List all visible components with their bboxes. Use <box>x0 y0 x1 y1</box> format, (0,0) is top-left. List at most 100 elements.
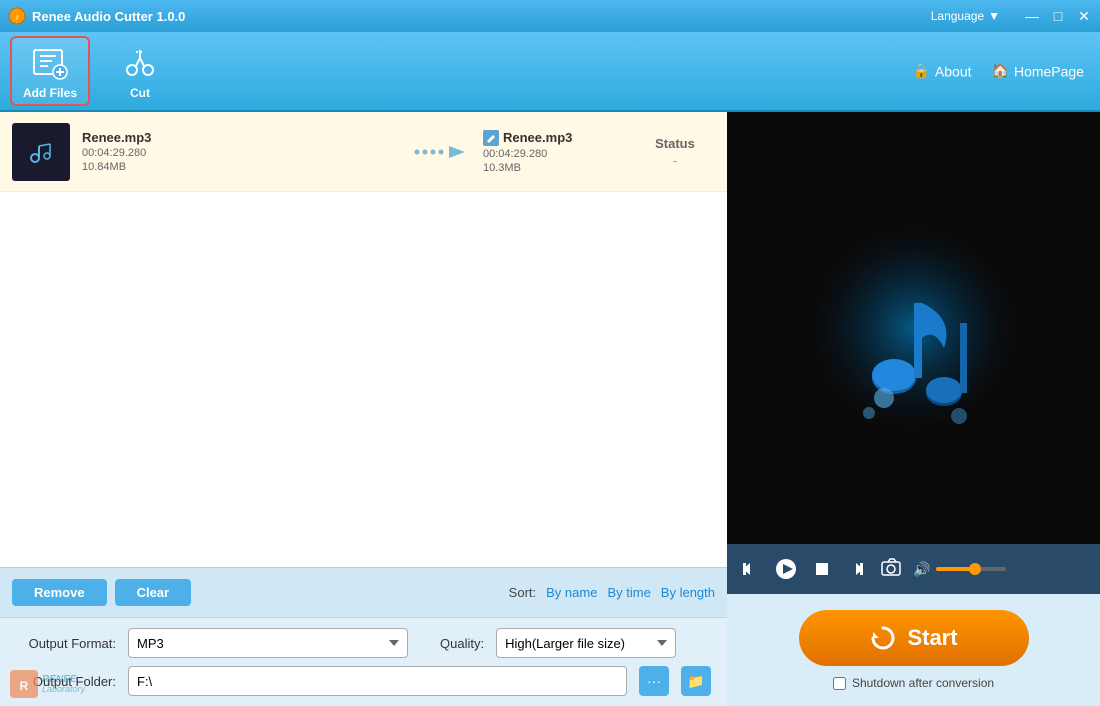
open-folder-button[interactable]: 📁 <box>681 666 711 696</box>
cut-button[interactable]: Cut <box>100 36 180 106</box>
volume-control[interactable]: 🔊 <box>913 561 1006 578</box>
lock-icon: 🔒 <box>912 63 929 80</box>
title-bar: ♪ Renee Audio Cutter 1.0.0 Language ▼ — … <box>0 0 1100 32</box>
homepage-button[interactable]: 🏠 HomePage <box>992 63 1084 80</box>
music-note-svg <box>794 208 1034 448</box>
preview-area <box>727 112 1100 544</box>
start-label: Start <box>907 625 957 651</box>
edit-filename-button[interactable] <box>483 130 499 146</box>
file-list: Renee.mp3 00:04:29.280 10.84MB <box>0 112 727 567</box>
add-files-svg <box>32 44 68 80</box>
play-icon <box>775 558 797 580</box>
source-size: 10.84MB <box>82 161 399 173</box>
bottom-controls: Remove Clear Sort: By name By time By le… <box>0 567 727 617</box>
output-duration: 00:04:29.280 <box>483 148 623 160</box>
start-button[interactable]: Start <box>799 610 1029 666</box>
toolbar: Add Files Cut 🔒 About 🏠 HomePage <box>0 32 1100 112</box>
sort-label: Sort: <box>509 585 536 600</box>
output-filename-row: Renee.mp3 <box>483 130 623 146</box>
sort-by-length-button[interactable]: By length <box>661 585 715 600</box>
cut-label: Cut <box>130 86 150 100</box>
about-button[interactable]: 🔒 About <box>912 63 971 80</box>
quality-select-wrapper: High(Larger file size) Medium Low(Smalle… <box>496 628 676 658</box>
output-size: 10.3MB <box>483 162 623 174</box>
watermark-line2: Laboratory <box>42 685 85 695</box>
format-quality-row: Output Format: MP3 WAV AAC FLAC Quality:… <box>16 628 711 658</box>
browse-folder-button[interactable]: ··· <box>639 666 669 696</box>
language-button[interactable]: Language ▼ <box>931 9 1000 23</box>
play-button[interactable] <box>771 554 801 584</box>
file-thumbnail <box>12 123 70 181</box>
watermark-logo-icon: R <box>10 670 38 698</box>
homepage-label: HomePage <box>1014 63 1084 79</box>
title-bar-controls: Language ▼ — □ ✕ <box>931 8 1092 24</box>
svg-text:♪: ♪ <box>15 12 20 22</box>
sort-by-name-button[interactable]: By name <box>546 585 597 600</box>
source-filename: Renee.mp3 <box>82 130 399 145</box>
dots-icon: ··· <box>647 673 661 689</box>
watermark-line1: RENEE <box>42 674 85 685</box>
remove-button[interactable]: Remove <box>12 579 107 606</box>
quality-label: Quality: <box>440 636 484 651</box>
app-logo-icon: ♪ <box>8 7 26 25</box>
refresh-icon <box>869 624 897 652</box>
stop-icon <box>813 560 831 578</box>
source-file-info: Renee.mp3 00:04:29.280 10.84MB <box>82 130 399 173</box>
status-header: Status <box>635 136 715 151</box>
status-column: Status - <box>635 136 715 168</box>
volume-track[interactable] <box>936 567 1006 571</box>
format-select-wrapper: MP3 WAV AAC FLAC <box>128 628 408 658</box>
shutdown-checkbox[interactable] <box>833 677 846 690</box>
add-files-icon <box>30 42 70 82</box>
left-panel: Renee.mp3 00:04:29.280 10.84MB <box>0 112 727 706</box>
right-panel: 🔊 Start Shutdown after conversion <box>727 112 1100 706</box>
volume-thumb <box>969 563 981 575</box>
folder-row: Output Folder: ··· 📁 <box>16 666 711 696</box>
camera-icon <box>881 558 901 576</box>
skip-forward-icon <box>847 560 865 578</box>
toolbar-right: 🔒 About 🏠 HomePage <box>912 63 1084 80</box>
language-label: Language <box>931 9 984 23</box>
minimize-button[interactable]: — <box>1024 8 1040 24</box>
action-panel: Start Shutdown after conversion <box>727 594 1100 706</box>
screenshot-button[interactable] <box>881 558 901 581</box>
folder-icon: 📁 <box>687 673 704 690</box>
skip-forward-button[interactable] <box>843 556 869 582</box>
app-title: Renee Audio Cutter 1.0.0 <box>32 9 185 24</box>
main-area: Renee.mp3 00:04:29.280 10.84MB <box>0 112 1100 706</box>
output-format-label: Output Format: <box>16 636 116 651</box>
skip-back-button[interactable] <box>737 556 763 582</box>
arrow-icon <box>411 140 471 164</box>
music-visual <box>794 208 1034 448</box>
svg-text:R: R <box>20 679 29 693</box>
quality-select[interactable]: High(Larger file size) Medium Low(Smalle… <box>496 628 676 658</box>
arrow-svg <box>411 140 471 164</box>
output-format-select[interactable]: MP3 WAV AAC FLAC <box>128 628 408 658</box>
player-controls: 🔊 <box>727 544 1100 594</box>
window-controls: — □ ✕ <box>1024 8 1092 24</box>
cut-svg <box>122 44 158 80</box>
close-button[interactable]: ✕ <box>1076 8 1092 24</box>
title-bar-left: ♪ Renee Audio Cutter 1.0.0 <box>8 7 185 25</box>
about-label: About <box>935 63 972 79</box>
cut-icon <box>120 42 160 82</box>
status-value: - <box>635 153 715 168</box>
logo-watermark: R RENEE Laboratory <box>10 670 85 698</box>
shutdown-row: Shutdown after conversion <box>833 676 994 690</box>
stop-button[interactable] <box>809 556 835 582</box>
dropdown-icon: ▼ <box>988 9 1000 23</box>
output-filename-text: Renee.mp3 <box>503 130 572 145</box>
clear-button[interactable]: Clear <box>115 579 192 606</box>
sort-by-time-button[interactable]: By time <box>607 585 650 600</box>
skip-back-icon <box>741 560 759 578</box>
restore-button[interactable]: □ <box>1050 8 1066 24</box>
output-folder-input[interactable] <box>128 666 627 696</box>
output-file-info: Renee.mp3 00:04:29.280 10.3MB <box>483 130 623 174</box>
home-icon: 🏠 <box>992 63 1009 80</box>
volume-icon: 🔊 <box>913 561 930 578</box>
music-thumb-icon <box>25 136 57 168</box>
add-files-button[interactable]: Add Files <box>10 36 90 106</box>
table-row: Renee.mp3 00:04:29.280 10.84MB <box>0 112 727 192</box>
settings-bar: Output Format: MP3 WAV AAC FLAC Quality:… <box>0 617 727 706</box>
pencil-icon <box>486 133 496 143</box>
